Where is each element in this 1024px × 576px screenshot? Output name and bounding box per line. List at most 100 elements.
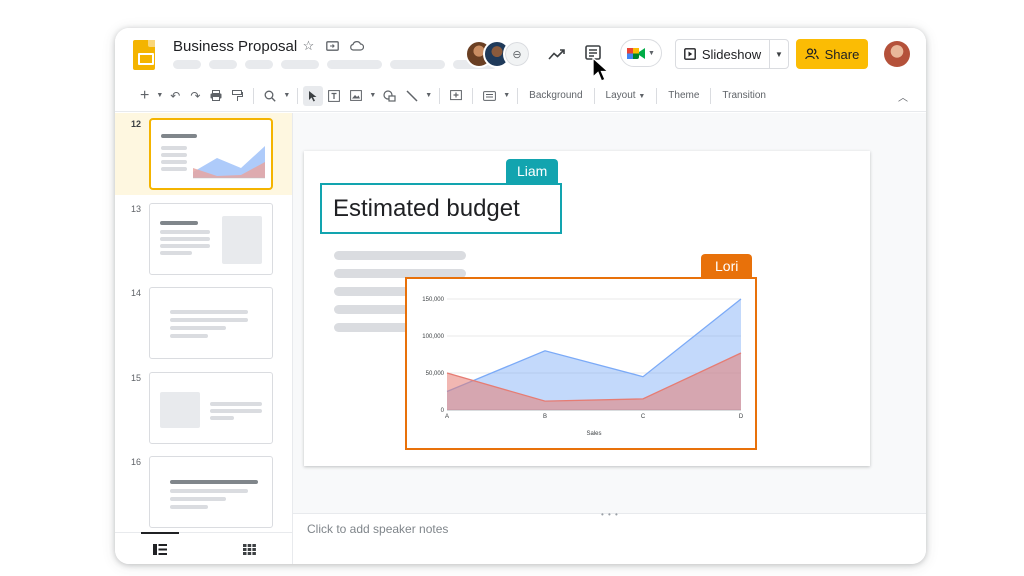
- menu-item-file[interactable]: [173, 60, 201, 69]
- toolbar-divider: [472, 87, 474, 104]
- collapse-toolbar-icon[interactable]: ︿: [898, 89, 908, 104]
- toolbar-divider: [439, 87, 441, 104]
- speaker-notes-placeholder[interactable]: Click to add speaker notes: [307, 522, 448, 536]
- mouse-cursor-icon: [592, 57, 610, 82]
- share-button[interactable]: Share: [796, 39, 868, 69]
- chart-object[interactable]: 0 50,000 100,000 150,000 A B C D Sales: [405, 277, 757, 450]
- menu-item-edit[interactable]: [209, 60, 237, 69]
- image-icon[interactable]: [345, 86, 367, 106]
- add-comment-icon[interactable]: [445, 86, 467, 106]
- new-slide-icon[interactable]: +: [135, 86, 154, 106]
- app-header: Business Proposal ☆ ⊖ ▼ Slideshow ▼ Shar…: [115, 28, 926, 80]
- slide-number: 14: [131, 288, 142, 298]
- toolbar-divider: [593, 87, 595, 104]
- x-tick-label: A: [445, 414, 449, 420]
- slide-number: 16: [131, 457, 142, 467]
- chevron-down-icon[interactable]: ▼: [281, 86, 292, 106]
- star-icon[interactable]: ☆: [301, 38, 316, 53]
- share-label: Share: [824, 46, 860, 62]
- present-icon: [683, 48, 696, 60]
- menu-item-format[interactable]: [327, 60, 382, 69]
- chevron-down-icon[interactable]: ▼: [423, 86, 434, 106]
- resize-handle[interactable]: • • •: [601, 510, 619, 519]
- slide-thumbnail[interactable]: [149, 203, 273, 275]
- y-tick-label: 150,000: [422, 297, 444, 303]
- meet-button[interactable]: ▼: [620, 39, 662, 67]
- text-box-icon[interactable]: [323, 86, 345, 106]
- slide-canvas-area: Liam Estimated budget Lori 0 50,000 100,00…: [293, 113, 926, 513]
- filmstrip-slide[interactable]: 16: [115, 451, 292, 533]
- slide-canvas[interactable]: Liam Estimated budget Lori 0 50,000 100,00…: [304, 151, 870, 466]
- slideshow-button-group: Slideshow ▼: [675, 39, 789, 69]
- slideshow-button[interactable]: Slideshow: [676, 40, 770, 68]
- chevron-down-icon[interactable]: ▼: [367, 86, 378, 106]
- slide-thumbnail[interactable]: [149, 287, 273, 359]
- background-button[interactable]: Background: [523, 90, 588, 101]
- more-collaborators-icon[interactable]: ⊖: [503, 40, 531, 68]
- slides-logo-icon[interactable]: [133, 40, 155, 70]
- grid-view-icon[interactable]: [241, 542, 257, 556]
- menu-item-insert[interactable]: [281, 60, 319, 69]
- x-tick-label: B: [543, 414, 547, 420]
- folder-move-icon[interactable]: [325, 38, 340, 53]
- account-avatar[interactable]: [884, 41, 910, 67]
- title-actions: ☆: [301, 38, 364, 53]
- slide-number: 15: [131, 373, 142, 383]
- slide-number: 12: [131, 119, 142, 129]
- print-icon[interactable]: [205, 86, 227, 106]
- y-tick-label: 50,000: [426, 371, 445, 377]
- slideshow-options-button[interactable]: ▼: [770, 50, 788, 59]
- chevron-down-icon: ▼: [638, 93, 646, 100]
- keyboard-icon[interactable]: [478, 86, 501, 106]
- activity-trend-icon[interactable]: [545, 42, 569, 66]
- chevron-down-icon[interactable]: ▼: [501, 86, 512, 106]
- toolbar-divider: [710, 87, 712, 104]
- x-tick-label: C: [641, 414, 646, 420]
- menu-item-slide[interactable]: [390, 60, 445, 69]
- filmstrip-slide[interactable]: 13: [115, 198, 292, 280]
- slide-thumbnail[interactable]: [149, 118, 273, 190]
- layout-button[interactable]: Layout ▼: [600, 90, 652, 101]
- x-tick-label: D: [739, 414, 744, 420]
- body-text-line: [334, 251, 466, 260]
- slide-thumbnail[interactable]: [149, 372, 273, 444]
- filmstrip-slide[interactable]: 12: [115, 113, 292, 195]
- toolbar-divider: [656, 87, 658, 104]
- menu-bar: [173, 60, 497, 69]
- collaborator-tag-liam: Liam: [506, 159, 559, 183]
- layout-label: Layout: [605, 90, 636, 101]
- zoom-icon[interactable]: [259, 86, 281, 106]
- area-chart: 050,000100,000150,000A B C DSales: [422, 297, 744, 437]
- slide-title-textbox[interactable]: Estimated budget: [320, 183, 562, 234]
- menu-item-view[interactable]: [245, 60, 273, 69]
- speaker-notes-panel[interactable]: • • • Click to add speaker notes: [293, 510, 926, 564]
- meet-icon: [627, 47, 646, 59]
- toolbar: + ▼ ↶ ↷ ▼ ▼ ▼ ▼ Background Layout ▼ Them…: [115, 80, 926, 112]
- document-title[interactable]: Business Proposal: [173, 38, 297, 55]
- cloud-status-icon[interactable]: [349, 38, 364, 53]
- filmstrip-slide[interactable]: 14: [115, 282, 292, 364]
- y-tick-label: 100,000: [422, 334, 444, 340]
- chevron-down-icon[interactable]: ▼: [154, 86, 165, 106]
- toolbar-divider: [297, 87, 299, 104]
- toolbar-divider: [253, 87, 255, 104]
- line-icon[interactable]: [401, 86, 423, 106]
- transition-button[interactable]: Transition: [716, 90, 772, 101]
- people-icon: [804, 48, 819, 60]
- theme-button[interactable]: Theme: [662, 90, 705, 101]
- toolbar-divider: [517, 87, 519, 104]
- view-selected-indicator: [141, 532, 179, 534]
- slide-thumbnail[interactable]: [149, 456, 273, 528]
- select-cursor-icon[interactable]: [303, 85, 324, 106]
- shape-icon[interactable]: [378, 86, 401, 106]
- slide-filmstrip: 12 13 14 15 16: [115, 113, 293, 564]
- paint-format-icon[interactable]: [227, 86, 248, 106]
- x-axis-label: Sales: [586, 431, 601, 437]
- filmstrip-view-icon[interactable]: [152, 542, 168, 556]
- undo-icon[interactable]: ↶: [165, 86, 185, 106]
- slideshow-label: Slideshow: [701, 46, 762, 62]
- filmstrip-slide[interactable]: 15: [115, 367, 292, 449]
- chevron-down-icon: ▼: [648, 49, 655, 57]
- redo-icon[interactable]: ↷: [185, 86, 205, 106]
- filmstrip-footer: [115, 532, 292, 564]
